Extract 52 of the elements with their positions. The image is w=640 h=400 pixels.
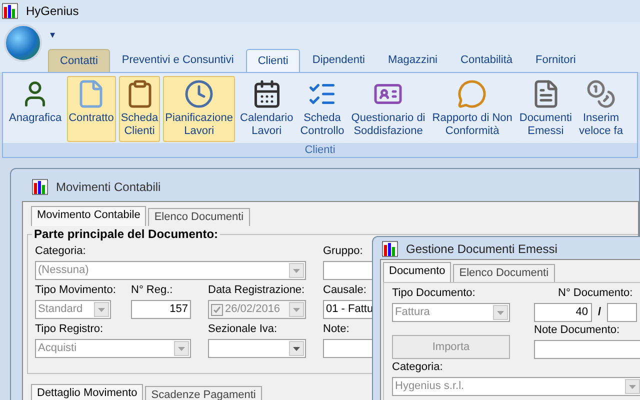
ribbon-tab[interactable]: Preventivi e Consuntivi [110, 49, 245, 72]
dropdown-field[interactable] [208, 339, 306, 358]
text-field[interactable]: 40 [534, 303, 592, 322]
window-title: Gestione Documenti Emessi [406, 241, 558, 258]
field-label: Gruppo: [323, 245, 363, 258]
text-field[interactable] [323, 261, 373, 280]
field-label: N° Reg.: [131, 284, 173, 297]
field-label: Sezionale Iva: [208, 323, 278, 336]
field-label: Causale: [323, 284, 366, 297]
group-title: Parte principale del Documento: [32, 227, 220, 241]
app-logo-icon [382, 241, 398, 257]
chat-bubble-icon [457, 79, 488, 109]
ribbon-tab[interactable]: Fornitori [524, 49, 587, 72]
clock-icon [184, 79, 214, 109]
field-label: Data Registrazione: [208, 284, 305, 297]
tab[interactable]: Movimento Contabile [31, 206, 146, 226]
ribbon-group-label: Clienti [3, 143, 637, 157]
text-field[interactable] [323, 339, 373, 358]
tab[interactable]: Dettaglio Movimento [31, 384, 144, 400]
quick-access-menu[interactable]: ▾ [50, 28, 55, 42]
ribbon-tab[interactable]: Clienti [246, 49, 300, 72]
field-label: Note Documento: [534, 324, 620, 337]
text-field[interactable]: 01 - Fattu [323, 300, 373, 319]
field-label: Tipo Documento: [392, 287, 476, 300]
globe-icon[interactable] [4, 24, 42, 62]
ribbon-button[interactable]: Contratto [66, 76, 116, 142]
window-title: HyGenius [26, 3, 79, 20]
separator-text: / [598, 305, 602, 320]
field-label: N° Documento: [558, 287, 633, 300]
ribbon-tab[interactable]: Dipendenti [301, 49, 376, 72]
tab[interactable]: Scadenze Pagamenti [145, 386, 262, 400]
text-field[interactable] [534, 340, 640, 359]
ribbon-tab[interactable]: Contatti [48, 49, 110, 72]
field-label: Categoria: [392, 361, 443, 374]
coins-icon [586, 79, 616, 109]
text-field[interactable]: 157 [131, 300, 191, 319]
window-title: Movimenti Contabili [56, 179, 161, 196]
field-label: Tipo Registro: [35, 323, 104, 336]
field-label: Note: [323, 323, 350, 336]
ribbon-button[interactable]: Scheda Clienti [118, 76, 160, 142]
tab[interactable]: Documento [383, 262, 452, 282]
tab[interactable]: Elenco Documenti [148, 208, 250, 226]
tab[interactable]: Elenco Documenti [453, 264, 555, 282]
field-label: Tipo Movimento: [35, 284, 116, 297]
app-logo-icon [2, 3, 18, 19]
ribbon-tab[interactable]: Contabilità [450, 49, 524, 72]
text-field[interactable] [607, 303, 638, 322]
ribbon-button[interactable]: Pianificazione Lavori [163, 76, 236, 142]
ribbon-tab[interactable]: Magazzini [376, 49, 449, 72]
field-label: Categoria: [35, 245, 86, 258]
app-logo-icon [32, 179, 48, 195]
calendar-icon [252, 79, 282, 109]
